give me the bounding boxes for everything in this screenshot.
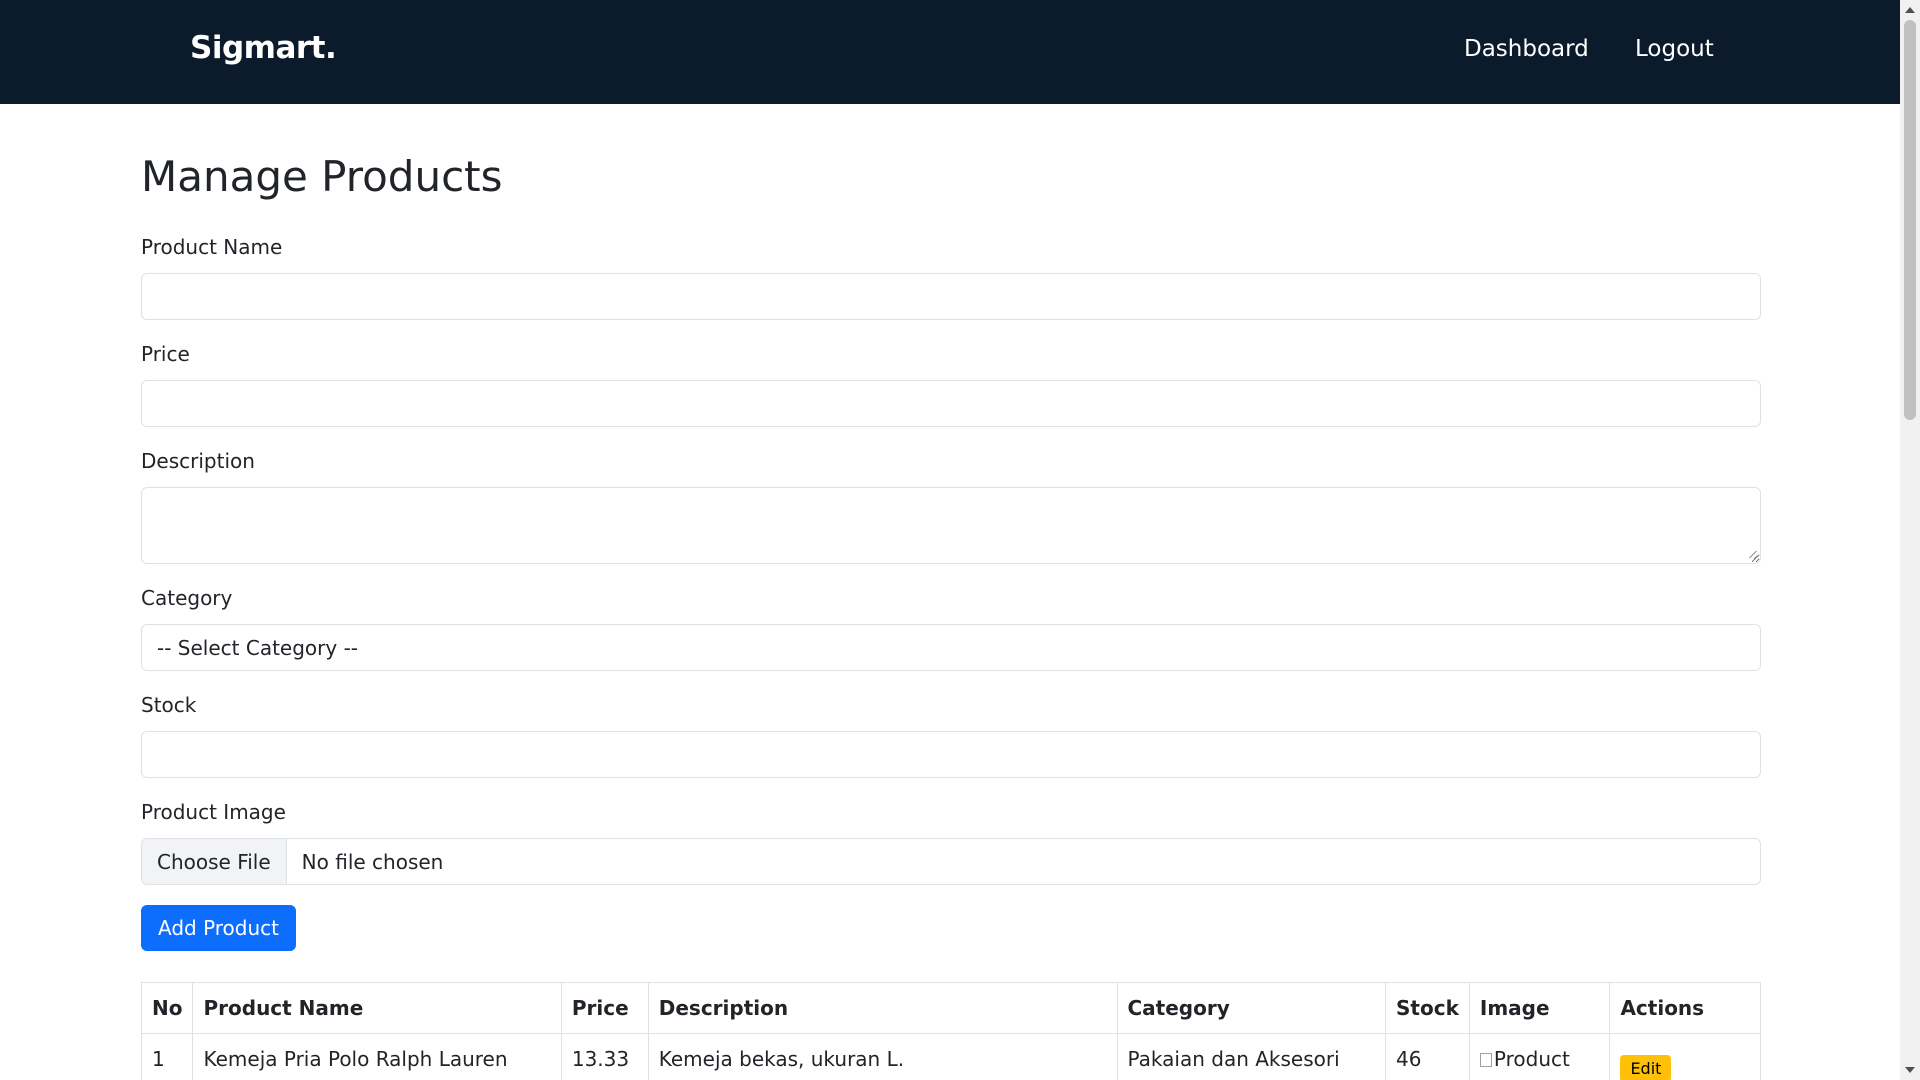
edit-button[interactable]: Edit: [1620, 1054, 1672, 1080]
product-image-alt-text: Product: [1493, 1047, 1570, 1071]
page-title: Manage Products: [141, 152, 503, 201]
cell-price: 13.33: [560, 1033, 649, 1080]
products-table: No Product Name Price Description Catego…: [140, 982, 1761, 1080]
nav-link-dashboard[interactable]: Dashboard: [1464, 36, 1589, 62]
page-scrollbar[interactable]: [1900, 0, 1920, 1080]
price-label: Price: [141, 342, 190, 366]
table-row: 1 Kemeja Pria Polo Ralph Lauren 13.33 Ke…: [140, 1033, 1761, 1080]
cell-product-name: Kemeja Pria Polo Ralph Lauren: [192, 1033, 562, 1080]
cell-category: Pakaian dan Aksesori: [1116, 1033, 1387, 1080]
cell-actions: Edit: [1609, 1033, 1761, 1080]
cell-no: 1: [140, 1033, 194, 1080]
resize-grip-icon[interactable]: [1748, 549, 1758, 559]
product-image-label: Product Image: [141, 800, 286, 824]
column-header-image: Image: [1468, 982, 1611, 1034]
column-header-stock: Stock: [1385, 982, 1470, 1034]
broken-image-icon: [1479, 1053, 1492, 1067]
category-label: Category: [141, 586, 233, 610]
scroll-up-arrow-icon[interactable]: [1905, 7, 1915, 13]
nav-link-logout[interactable]: Logout: [1635, 36, 1714, 62]
category-selected-value: -- Select Category --: [157, 635, 358, 660]
column-header-product-name: Product Name: [192, 982, 562, 1034]
table-header-row: No Product Name Price Description Catego…: [140, 982, 1761, 1034]
category-select[interactable]: -- Select Category --: [141, 624, 1761, 671]
column-header-no: No: [140, 982, 194, 1034]
cell-description: Kemeja bekas, ukuran L.: [647, 1033, 1118, 1080]
file-status-text: No file chosen: [301, 849, 444, 874]
scroll-thumb[interactable]: [1904, 20, 1916, 420]
column-header-actions: Actions: [1609, 982, 1761, 1034]
product-image-file-input[interactable]: Choose File No file chosen: [141, 838, 1761, 885]
column-header-price: Price: [560, 982, 649, 1034]
stock-label: Stock: [141, 693, 197, 717]
product-name-label: Product Name: [141, 235, 283, 259]
brand-logo[interactable]: Sigmart.: [190, 30, 337, 66]
description-textarea[interactable]: [141, 487, 1761, 564]
cell-image: Product: [1468, 1033, 1611, 1080]
choose-file-button[interactable]: Choose File: [142, 839, 287, 884]
column-header-category: Category: [1116, 982, 1387, 1034]
column-header-description: Description: [647, 982, 1118, 1034]
stock-input[interactable]: [141, 731, 1761, 778]
product-name-input[interactable]: [141, 273, 1761, 320]
cell-stock: 46: [1385, 1033, 1470, 1080]
scroll-down-arrow-icon[interactable]: [1905, 1067, 1915, 1073]
add-product-button[interactable]: Add Product: [141, 905, 296, 951]
description-label: Description: [141, 449, 255, 473]
price-input[interactable]: [141, 380, 1761, 427]
top-navbar: Sigmart. Dashboard Logout: [0, 0, 1900, 104]
